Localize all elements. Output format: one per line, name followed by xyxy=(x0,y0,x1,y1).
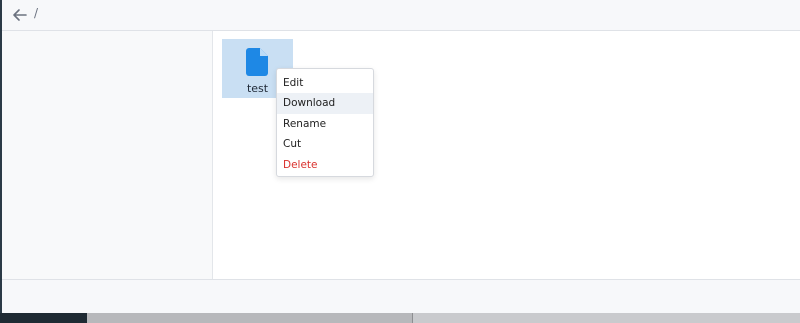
menu-item-rename[interactable]: Rename xyxy=(277,114,373,134)
taskbar-window-button-2[interactable] xyxy=(413,313,800,323)
sidebar xyxy=(2,31,213,279)
menu-item-edit[interactable]: Edit xyxy=(277,73,373,93)
file-manager-window: / test Edit Download Rename Cut Delete xyxy=(0,0,800,314)
document-icon xyxy=(246,48,268,76)
arrow-left-icon[interactable] xyxy=(10,5,30,25)
taskbar-start-area[interactable] xyxy=(0,313,87,323)
menu-item-delete[interactable]: Delete xyxy=(277,155,373,175)
breadcrumb[interactable]: / xyxy=(34,6,38,20)
context-menu: Edit Download Rename Cut Delete xyxy=(276,68,374,177)
taskbar-window-button-1[interactable] xyxy=(87,313,412,323)
menu-item-cut[interactable]: Cut xyxy=(277,134,373,154)
footer-bar xyxy=(2,279,800,314)
header-bar: / xyxy=(2,0,800,31)
menu-item-download[interactable]: Download xyxy=(277,93,373,114)
